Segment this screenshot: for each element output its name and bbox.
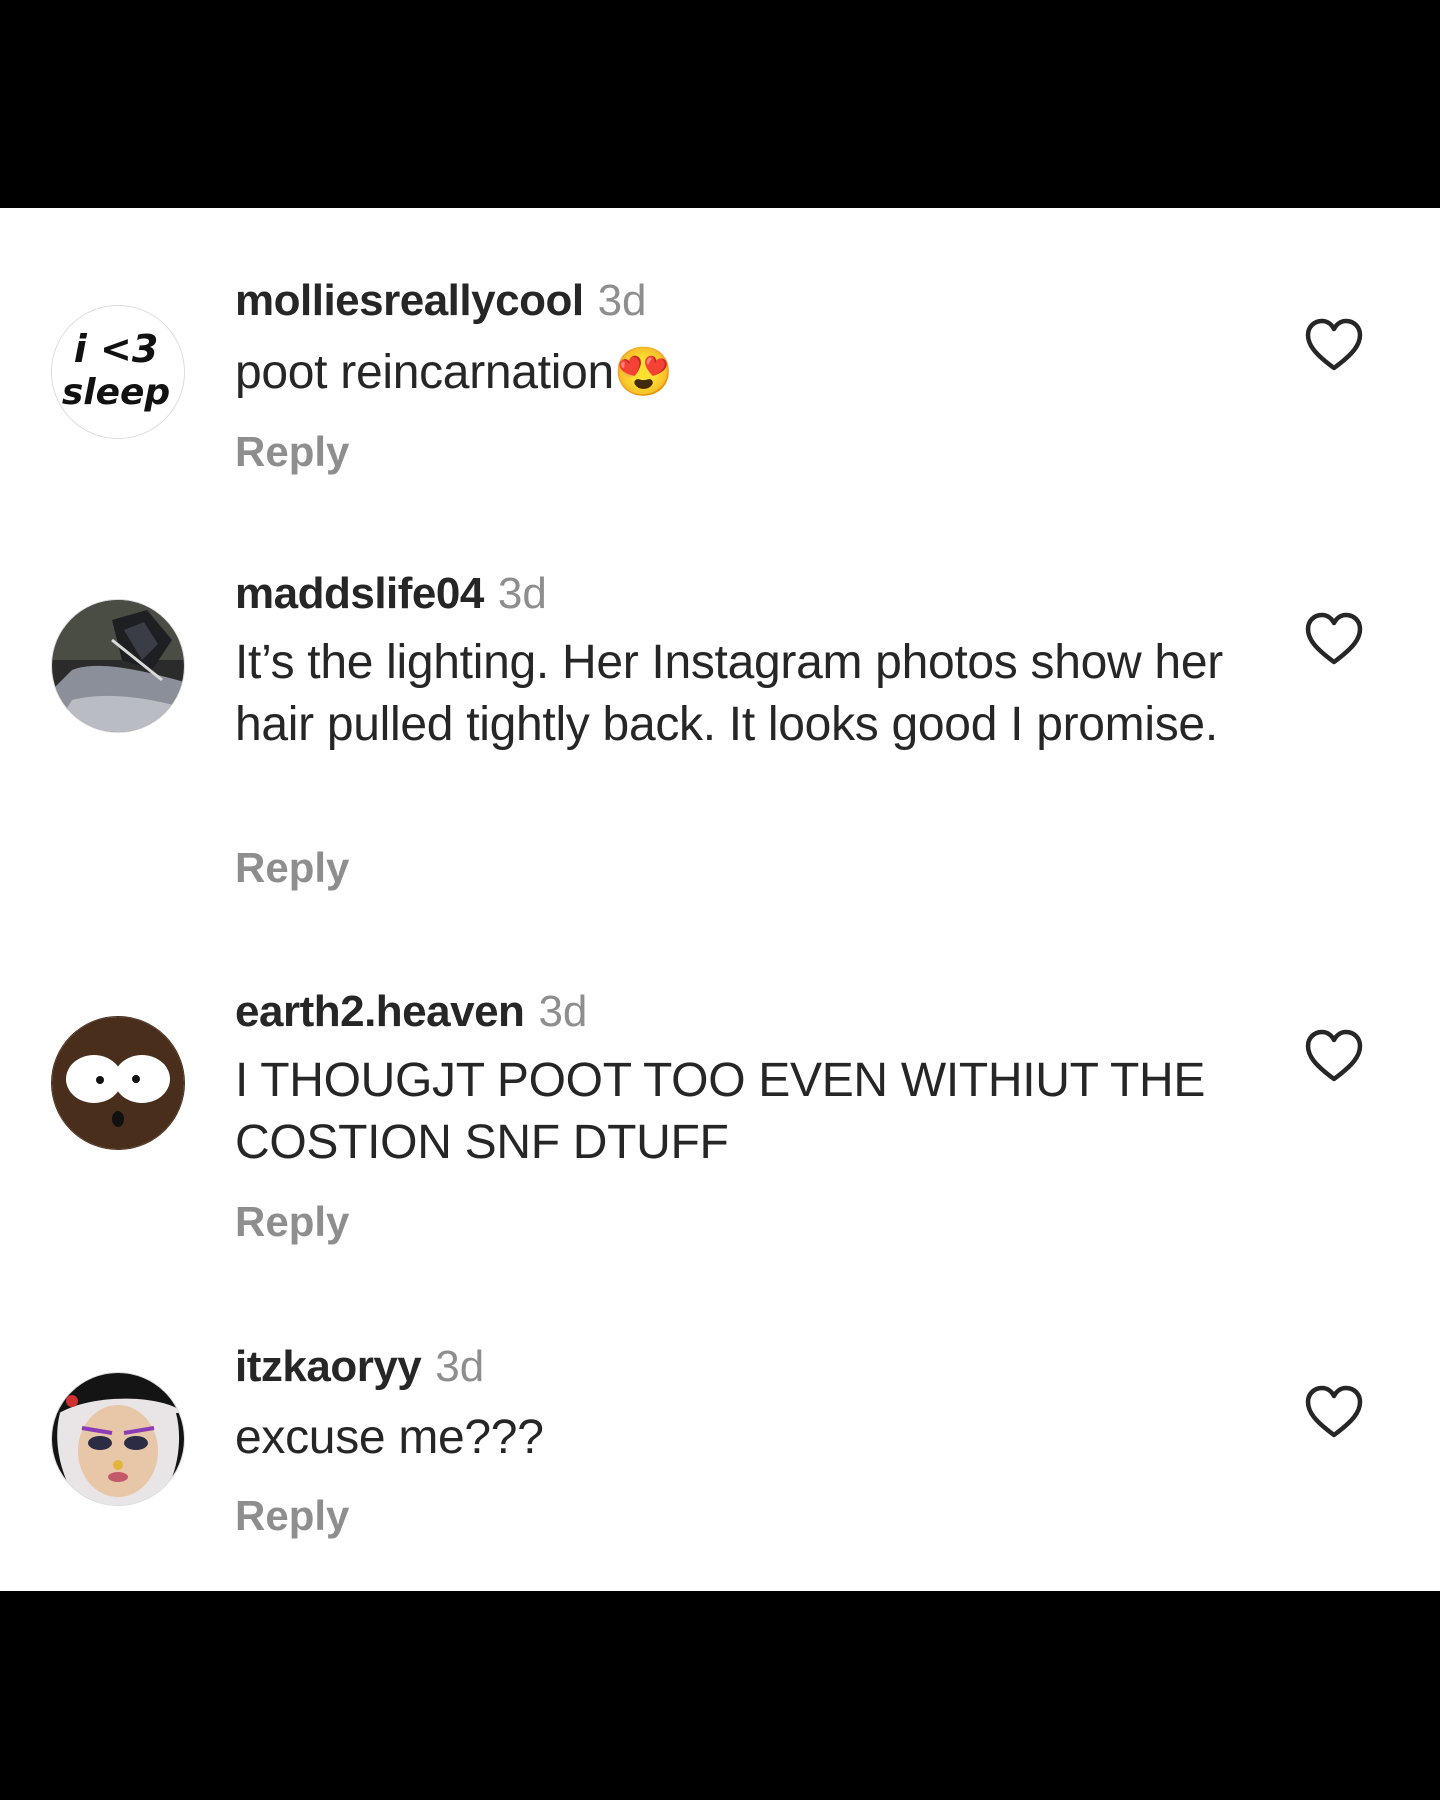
heart-outline-icon[interactable] <box>1305 318 1363 372</box>
timestamp: 3d <box>538 987 588 1036</box>
username[interactable]: molliesreallycool <box>235 276 584 325</box>
avatar-image: i <3 sleep <box>52 306 184 438</box>
timestamp: 3d <box>435 1342 485 1391</box>
avatar-image <box>52 600 184 732</box>
avatar[interactable] <box>51 599 185 733</box>
comment-header: maddslife04 3d <box>235 566 547 622</box>
reply-button[interactable]: Reply <box>235 1490 349 1542</box>
comment-header: earth2.heaven 3d <box>235 984 587 1040</box>
heart-outline-icon[interactable] <box>1305 612 1363 666</box>
comment-text: poot reincarnation😍 <box>235 346 674 399</box>
comment-text: excuse me??? <box>235 1411 544 1464</box>
comment-text: I THOUGJT POOT TOO EVEN WITHIUT THE COST… <box>235 1054 1206 1169</box>
reply-button[interactable]: Reply <box>235 842 349 894</box>
timestamp: 3d <box>597 276 647 325</box>
avatar[interactable] <box>51 1016 185 1150</box>
heart-outline-icon[interactable] <box>1305 1029 1363 1083</box>
username[interactable]: itzkaoryy <box>235 1342 422 1391</box>
comment-header: molliesreallycool 3d <box>235 273 647 329</box>
avatar-image <box>52 1373 184 1505</box>
avatar-image <box>52 1017 184 1149</box>
heart-outline-icon[interactable] <box>1305 1385 1363 1439</box>
username[interactable]: maddslife04 <box>235 569 484 618</box>
avatar-logo-text: sleep <box>62 372 170 413</box>
comment-header: itzkaoryy 3d <box>235 1339 484 1395</box>
avatar[interactable]: i <3 sleep <box>51 305 185 439</box>
reply-button[interactable]: Reply <box>235 426 349 478</box>
timestamp: 3d <box>497 569 547 618</box>
avatar-logo-text: i <3 <box>74 327 159 371</box>
avatar[interactable] <box>51 1372 185 1506</box>
username[interactable]: earth2.heaven <box>235 987 525 1036</box>
reply-button[interactable]: Reply <box>235 1196 349 1248</box>
comments-panel: i <3 sleep molliesreallycool 3d poot rein… <box>0 208 1440 1591</box>
comment-text: It’s the lighting. Her Instagram photos … <box>235 636 1223 751</box>
